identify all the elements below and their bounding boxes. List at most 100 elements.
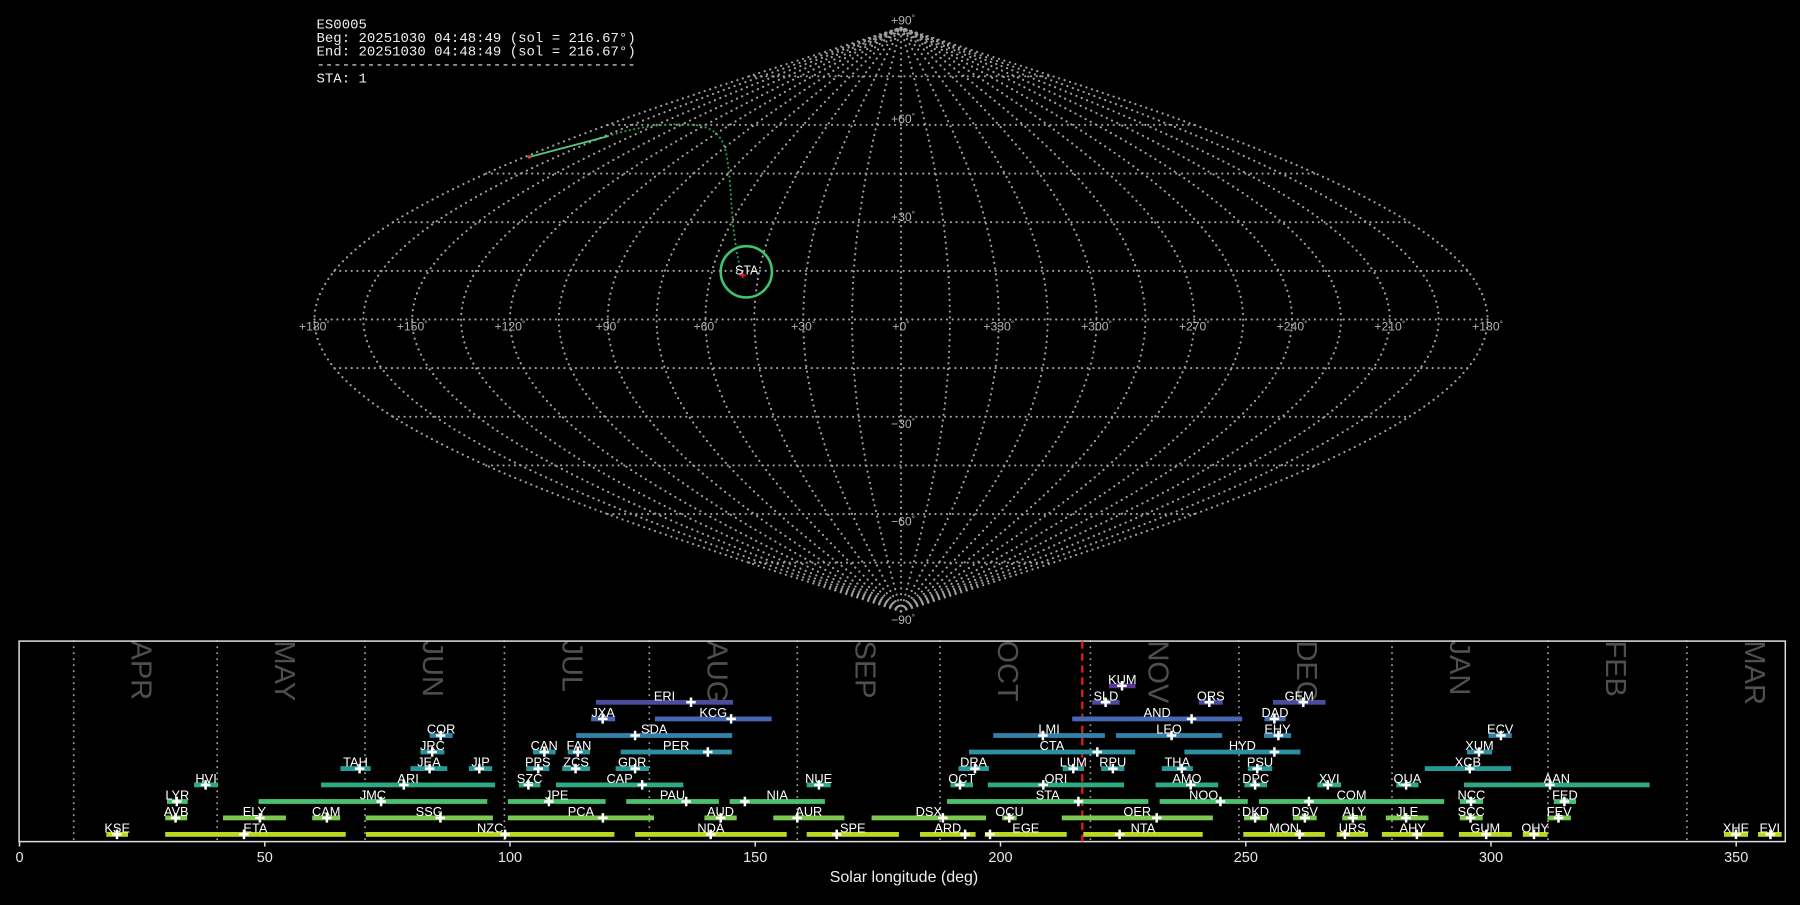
svg-text:ZCS: ZCS: [563, 755, 589, 770]
svg-text:PAU: PAU: [660, 788, 685, 803]
svg-text:+330°: +330°: [983, 319, 1014, 334]
svg-text:DAD: DAD: [1261, 705, 1288, 720]
svg-text:NTA: NTA: [1131, 820, 1156, 835]
svg-text:LMI: LMI: [1038, 722, 1059, 737]
svg-text:XCB: XCB: [1455, 755, 1481, 770]
svg-text:ECV: ECV: [1487, 722, 1514, 737]
svg-text:FED: FED: [1552, 788, 1578, 803]
svg-text:+300°: +300°: [1081, 319, 1112, 334]
svg-text:−60°: −60°: [891, 514, 915, 529]
svg-text:STA: 1: STA: 1: [317, 72, 367, 88]
svg-text:300: 300: [1479, 850, 1503, 866]
svg-text:DPC: DPC: [1242, 771, 1269, 786]
svg-text:PSU: PSU: [1247, 755, 1273, 770]
svg-text:XVI: XVI: [1319, 771, 1340, 786]
svg-text:LUM: LUM: [1060, 755, 1087, 770]
svg-text:NOV: NOV: [1141, 641, 1173, 705]
svg-text:+90°: +90°: [596, 319, 620, 334]
svg-text:EGE: EGE: [1012, 820, 1039, 835]
svg-text:150: 150: [743, 850, 767, 866]
svg-text:CAM: CAM: [312, 804, 340, 819]
svg-text:OER: OER: [1123, 804, 1151, 819]
svg-text:HYD: HYD: [1229, 738, 1256, 753]
svg-text:ERI: ERI: [654, 688, 675, 703]
svg-text:JAN: JAN: [1443, 641, 1475, 696]
svg-text:URS: URS: [1339, 820, 1366, 835]
svg-text:JUN: JUN: [416, 641, 448, 697]
svg-text:JLE: JLE: [1396, 804, 1418, 819]
svg-text:250: 250: [1234, 850, 1258, 866]
svg-text:−90°: −90°: [891, 612, 915, 627]
svg-text:200: 200: [988, 850, 1012, 866]
svg-text:EHY: EHY: [1264, 722, 1291, 737]
svg-text:CAN: CAN: [531, 738, 558, 753]
svg-text:AUG: AUG: [700, 641, 732, 704]
svg-text:ELY: ELY: [243, 804, 267, 819]
svg-text:MON: MON: [1269, 820, 1299, 835]
svg-text:Solar longitude (deg): Solar longitude (deg): [830, 869, 979, 886]
svg-text:COR: COR: [427, 722, 455, 737]
svg-text:NCC: NCC: [1458, 788, 1486, 803]
svg-text:STA: STA: [1036, 788, 1060, 803]
svg-text:OHY: OHY: [1521, 820, 1549, 835]
svg-text:GDR: GDR: [618, 755, 646, 770]
svg-text:+240°: +240°: [1277, 319, 1308, 334]
svg-text:AHY: AHY: [1400, 820, 1427, 835]
svg-text:SPE: SPE: [840, 820, 866, 835]
svg-text:JPE: JPE: [545, 788, 568, 803]
svg-text:JRC: JRC: [420, 738, 445, 753]
svg-text:JMC: JMC: [360, 788, 386, 803]
svg-text:GEM: GEM: [1285, 688, 1314, 703]
svg-text:AAN: AAN: [1544, 771, 1570, 786]
svg-text:MAR: MAR: [1738, 641, 1770, 705]
svg-text:NOO: NOO: [1189, 788, 1218, 803]
svg-text:SCC: SCC: [1458, 804, 1485, 819]
svg-text:AMO: AMO: [1172, 771, 1201, 786]
svg-text:THA: THA: [1164, 755, 1190, 770]
svg-text:CAP: CAP: [606, 771, 632, 786]
svg-text:0: 0: [15, 850, 23, 866]
svg-text:ARI: ARI: [397, 771, 418, 786]
svg-text:QUA: QUA: [1394, 771, 1422, 786]
svg-text:SZC: SZC: [517, 771, 543, 786]
svg-text:RPU: RPU: [1099, 755, 1126, 770]
svg-text:DSV: DSV: [1292, 804, 1319, 819]
svg-text:COM: COM: [1337, 788, 1367, 803]
svg-text:XUM: XUM: [1465, 738, 1493, 753]
svg-text:FEB: FEB: [1599, 641, 1631, 697]
svg-text:STA: STA: [735, 264, 759, 278]
svg-text:KSE: KSE: [104, 820, 130, 835]
svg-text:50: 50: [257, 850, 273, 866]
svg-text:DKD: DKD: [1242, 804, 1269, 819]
svg-text:MAY: MAY: [268, 641, 300, 702]
svg-text:NDA: NDA: [697, 820, 724, 835]
svg-text:JXA: JXA: [591, 705, 615, 720]
svg-text:−30°: −30°: [891, 416, 915, 431]
svg-text:TAH: TAH: [343, 755, 368, 770]
svg-text:+60°: +60°: [693, 319, 717, 334]
svg-text:+30°: +30°: [791, 319, 815, 334]
svg-text:KUM: KUM: [1108, 672, 1136, 687]
svg-text:NIA: NIA: [767, 788, 789, 803]
svg-text:AVB: AVB: [164, 804, 189, 819]
svg-text:JIP: JIP: [471, 755, 490, 770]
svg-text:AUR: AUR: [795, 804, 822, 819]
svg-text:ALY: ALY: [1343, 804, 1367, 819]
svg-text:SDA: SDA: [641, 722, 668, 737]
svg-text:OCT: OCT: [948, 771, 975, 786]
svg-text:CTA: CTA: [1040, 738, 1065, 753]
svg-text:ORI: ORI: [1045, 771, 1068, 786]
svg-text:NUE: NUE: [805, 771, 832, 786]
svg-text:FEV: FEV: [1547, 804, 1572, 819]
svg-text:PCA: PCA: [568, 804, 595, 819]
svg-text:PER: PER: [663, 738, 689, 753]
svg-text:100: 100: [498, 850, 522, 866]
svg-text:SEP: SEP: [848, 641, 880, 699]
svg-text:+210°: +210°: [1374, 319, 1405, 334]
svg-text:XHE: XHE: [1723, 820, 1749, 835]
svg-text:FAN: FAN: [566, 738, 591, 753]
svg-text:EVI: EVI: [1759, 820, 1780, 835]
svg-text:NZC: NZC: [477, 820, 503, 835]
svg-text:AUD: AUD: [707, 804, 734, 819]
svg-text:LYR: LYR: [165, 788, 189, 803]
